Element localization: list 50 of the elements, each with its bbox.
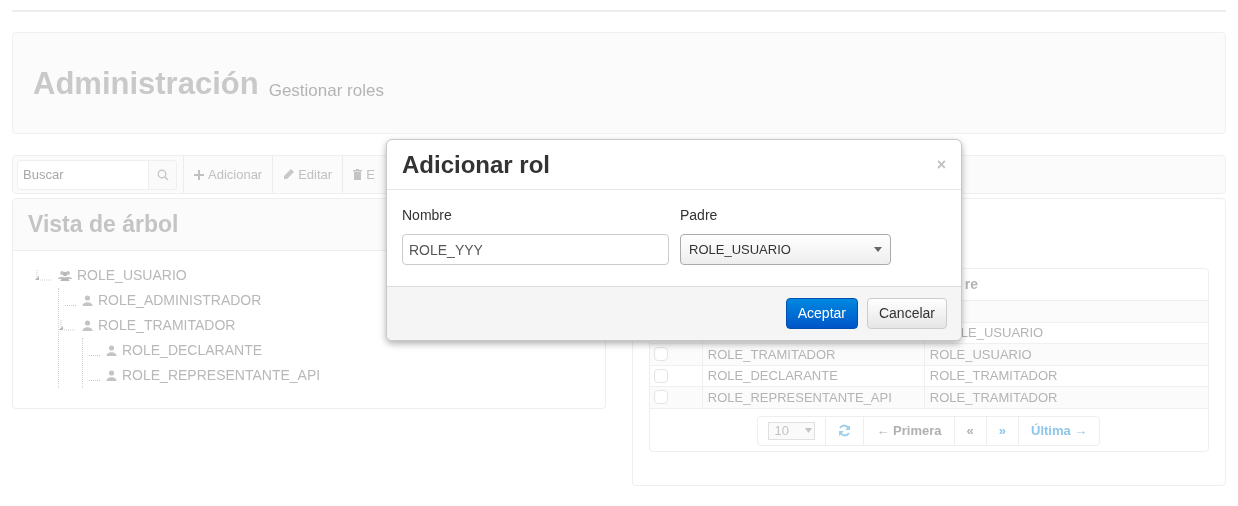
table-cell-text: ROLE_DECLARANTE <box>707 367 838 385</box>
tree-node-label[interactable]: ROLE_DECLARANTE <box>122 340 263 361</box>
table-cell-text: LE_USUARIO <box>960 324 1044 342</box>
table-row[interactable]: ROLE_DECLARANTE ROLE_TRAMITADOR <box>649 365 1208 387</box>
toolbar-button[interactable]: E <box>342 156 385 193</box>
refresh-icon <box>838 424 852 437</box>
table-cell-text: ROLE_TRAMITADOR <box>929 388 1058 407</box>
tree-node-label[interactable]: ROLE_ADMINISTRADOR <box>98 290 262 311</box>
branch-line-icon <box>89 354 101 356</box>
page-link[interactable]: » <box>986 416 1019 445</box>
table-cell-text: ROLE_USUARIO <box>929 345 1032 364</box>
row-checkbox[interactable] <box>653 390 668 405</box>
caret-icon <box>805 428 813 433</box>
plus-icon <box>194 169 204 180</box>
trash-icon <box>353 169 363 180</box>
search-button[interactable] <box>149 159 177 190</box>
parent-select[interactable]: ROLE_USUARIO <box>680 234 891 265</box>
dialog-title: Adicionar rol <box>402 149 551 180</box>
table-cell-text: ROLE_TRAMITADOR <box>929 367 1058 385</box>
table-cell-text: ROLE_REPRESENTANTE_API <box>707 388 892 407</box>
users-icon <box>58 270 72 281</box>
toolbar-button[interactable]: Editar <box>272 156 343 193</box>
table-row[interactable]: ROLE_TRAMITADOR ROLE_USUARIO <box>649 344 1208 366</box>
name-input[interactable]: ROLE_YYY <box>402 234 669 265</box>
user-icon <box>106 370 117 381</box>
row-checkbox[interactable] <box>653 368 668 383</box>
tree-node-label[interactable]: ROLE_REPRESENTANTE_API <box>122 365 321 386</box>
row-checkbox[interactable] <box>653 347 668 362</box>
branch-line-icon <box>65 304 77 306</box>
user-icon <box>82 295 93 306</box>
table-row[interactable]: ROLE_REPRESENTANTE_API ROLE_TRAMITADOR <box>649 387 1208 409</box>
search-icon <box>156 168 169 181</box>
page-subtitle: Gestionar roles <box>268 82 384 99</box>
cancel-button[interactable]: Cancelar <box>866 298 947 329</box>
caret-icon <box>874 247 882 252</box>
toolbar-button[interactable]: Adicionar <box>183 156 273 193</box>
branch-line-icon <box>89 379 101 381</box>
column-header[interactable]: re <box>964 274 979 295</box>
user-icon <box>106 345 117 356</box>
tree-node-label[interactable]: ROLE_USUARIO <box>77 265 187 286</box>
field-label: Nombre <box>402 206 453 225</box>
field-label: Padre <box>680 206 719 225</box>
page-link[interactable]: Última → <box>1019 416 1100 445</box>
user-icon <box>82 320 93 331</box>
table-cell-text: ROLE_TRAMITADOR <box>707 345 836 364</box>
tree-node-label[interactable]: ROLE_TRAMITADOR <box>98 315 236 336</box>
search-field[interactable]: Buscar <box>17 159 149 190</box>
pencil-icon <box>283 169 295 180</box>
close-button[interactable]: × <box>936 152 946 177</box>
accept-button[interactable]: Aceptar <box>785 298 858 329</box>
